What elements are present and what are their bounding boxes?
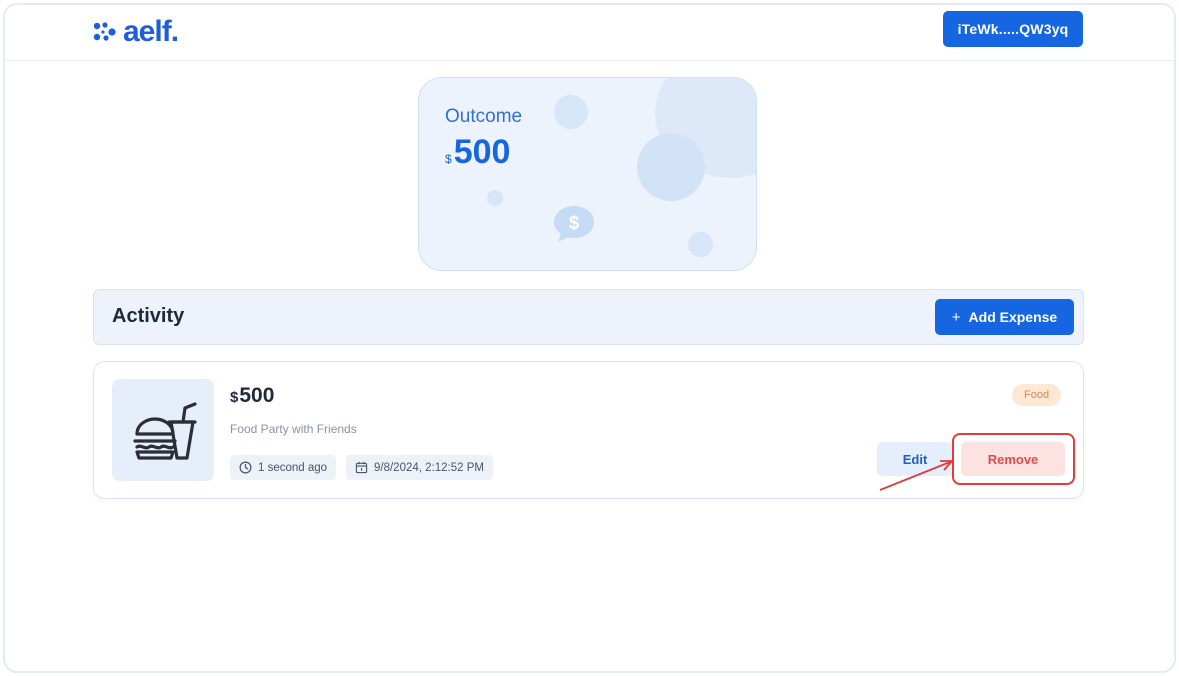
category-tag: Food [1012, 384, 1062, 406]
top-header: aelf. iTeWk.....QW3yq [5, 5, 1174, 61]
logo-text: aelf. [123, 15, 179, 48]
expense-currency: $ [230, 389, 239, 406]
time-ago-text: 1 second ago [258, 461, 328, 474]
date-chip: 9/8/2024, 2:12:52 PM [346, 455, 493, 480]
outcome-currency: $ [445, 152, 452, 166]
fast-food-icon [133, 402, 197, 460]
decor-bubble [688, 232, 713, 257]
aelf-logo[interactable]: aelf. [93, 15, 179, 48]
date-text: 9/8/2024, 2:12:52 PM [374, 461, 484, 474]
dollar-chat-icon: $ [554, 206, 594, 242]
activity-title: Activity [112, 305, 185, 327]
expense-description: Food Party with Friends [230, 422, 357, 436]
outcome-value: 500 [453, 133, 511, 171]
add-expense-label: Add Expense [968, 309, 1058, 325]
annotation-highlight-box [952, 433, 1075, 485]
expense-card: $ 500 Food Party with Friends 1 second a… [93, 361, 1084, 499]
clock-icon [239, 461, 252, 474]
time-ago-chip: 1 second ago [230, 455, 337, 480]
app-window: aelf. iTeWk.....QW3yq Outcome $ 500 $ Ac… [3, 3, 1176, 673]
activity-header: Activity + Add Expense [93, 289, 1084, 345]
decor-bubble [637, 133, 705, 201]
outcome-card: Outcome $ 500 $ [418, 77, 757, 271]
decor-bubble [554, 95, 588, 129]
expense-value: 500 [239, 384, 275, 407]
outcome-amount: $ 500 [445, 133, 510, 172]
expense-amount: $ 500 [230, 384, 274, 408]
expense-category-thumbnail [112, 379, 214, 481]
wallet-address-button[interactable]: iTeWk.....QW3yq [943, 11, 1083, 47]
add-expense-button[interactable]: + Add Expense [935, 299, 1074, 335]
logo-dots-icon [93, 22, 116, 41]
svg-text:$: $ [569, 213, 580, 234]
calendar-icon [355, 461, 368, 474]
annotation-arrow-icon [879, 460, 953, 491]
outcome-label: Outcome [445, 106, 523, 127]
decor-bubble [487, 190, 503, 206]
plus-icon: + [951, 308, 961, 326]
